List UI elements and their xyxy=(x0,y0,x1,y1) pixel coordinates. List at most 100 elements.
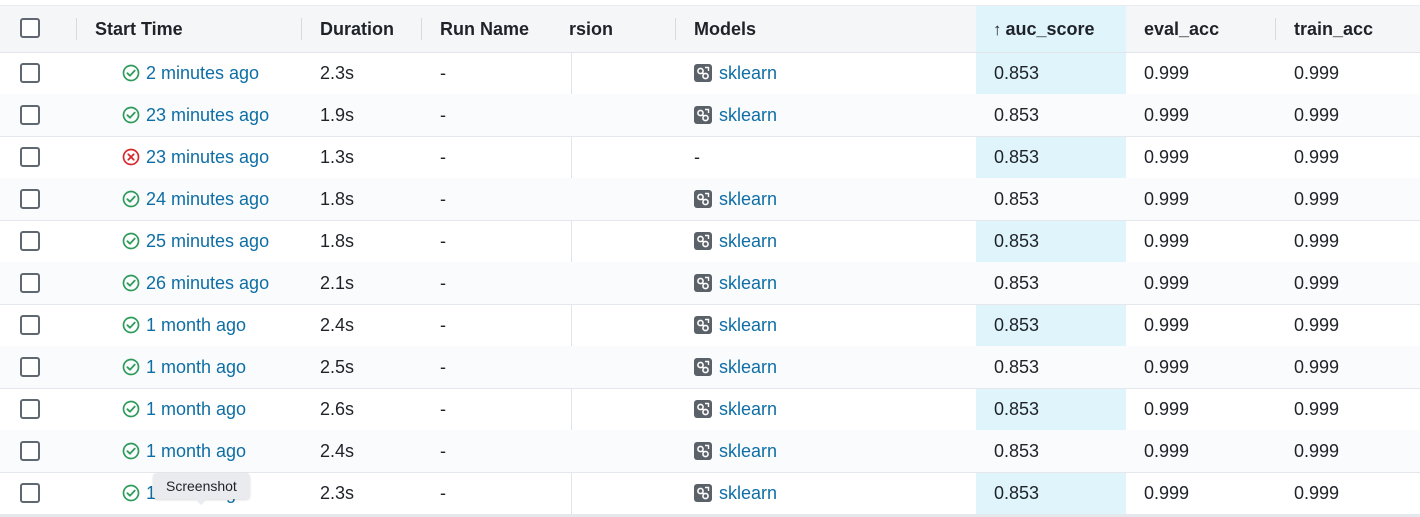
table-header: Start Time Duration Run Name rsion Model… xyxy=(0,5,1420,53)
model-icon xyxy=(694,106,712,124)
model-icon xyxy=(694,232,712,250)
run-name-cell: - xyxy=(440,273,446,293)
model-link[interactable]: sklearn xyxy=(719,220,777,262)
row-checkbox[interactable] xyxy=(20,399,40,419)
table-row: 1 month ago 2.4s - sklearn 0.853 0.999 0.999 xyxy=(0,304,1420,347)
eval-acc-cell: 0.999 xyxy=(1144,105,1190,125)
auc-score-cell: 0.853 xyxy=(994,441,1040,461)
header-train-acc[interactable]: train_acc xyxy=(1294,6,1373,52)
row-checkbox[interactable] xyxy=(20,357,40,377)
row-checkbox[interactable] xyxy=(20,105,40,125)
auc-score-cell: 0.853 xyxy=(994,105,1040,125)
duration-cell: 2.1s xyxy=(320,273,355,293)
start-time-link[interactable]: 1 month ago xyxy=(146,388,246,430)
x-circle-icon xyxy=(122,148,140,166)
duration-cell: 2.4s xyxy=(320,315,355,335)
header-separator xyxy=(675,18,676,40)
row-checkbox[interactable] xyxy=(20,231,40,251)
model-link[interactable]: sklearn xyxy=(719,178,777,220)
table-row: 23 minutes ago 1.9s - sklearn 0.853 0.999 0.99… xyxy=(0,94,1420,137)
model-icon xyxy=(694,190,712,208)
select-all-checkbox[interactable] xyxy=(20,18,40,38)
train-acc-cell: 0.999 xyxy=(1294,315,1340,335)
start-time-link[interactable]: 23 minutes ago xyxy=(146,94,269,136)
header-auc-score-label: auc_score xyxy=(1005,19,1095,39)
model-icon xyxy=(694,442,712,460)
auc-score-cell: 0.853 xyxy=(994,483,1040,503)
auc-score-cell: 0.853 xyxy=(994,399,1040,419)
eval-acc-cell: 0.999 xyxy=(1144,231,1190,251)
row-checkbox[interactable] xyxy=(20,441,40,461)
tooltip: Screenshot xyxy=(153,473,250,505)
model-icon xyxy=(694,316,712,334)
table-row: 1 month ago 2.6s - sklearn 0.853 0.999 0.999 xyxy=(0,388,1420,431)
table-row: 25 minutes ago 1.8s - sklearn 0.853 0.999 0.99… xyxy=(0,220,1420,263)
header-version[interactable]: rsion xyxy=(569,6,613,52)
model-link[interactable]: sklearn xyxy=(719,262,777,304)
start-time-link[interactable]: 26 minutes ago xyxy=(146,262,269,304)
check-circle-icon xyxy=(122,274,140,292)
check-circle-icon xyxy=(122,232,140,250)
check-circle-icon xyxy=(122,316,140,334)
eval-acc-cell: 0.999 xyxy=(1144,189,1190,209)
header-auc-score[interactable]: ↑ auc_score xyxy=(976,6,1126,52)
model-link[interactable]: sklearn xyxy=(719,94,777,136)
duration-cell: 1.8s xyxy=(320,231,355,251)
duration-cell: 2.3s xyxy=(320,483,355,503)
auc-score-cell: 0.853 xyxy=(994,189,1040,209)
run-name-cell: - xyxy=(440,441,446,461)
duration-cell: 2.4s xyxy=(320,441,355,461)
run-name-cell: - xyxy=(440,63,446,83)
eval-acc-cell: 0.999 xyxy=(1144,483,1190,503)
auc-score-cell: 0.853 xyxy=(994,63,1040,83)
run-name-cell: - xyxy=(440,357,446,377)
model-icon xyxy=(694,400,712,418)
train-acc-cell: 0.999 xyxy=(1294,189,1340,209)
start-time-link[interactable]: 1 month ago xyxy=(146,430,246,472)
row-checkbox[interactable] xyxy=(20,63,40,83)
header-start-time[interactable]: Start Time xyxy=(95,6,183,52)
start-time-link[interactable]: 23 minutes ago xyxy=(146,136,269,178)
model-link[interactable]: sklearn xyxy=(719,346,777,388)
row-checkbox[interactable] xyxy=(20,273,40,293)
header-run-name[interactable]: Run Name xyxy=(440,6,529,52)
header-separator xyxy=(421,18,422,40)
train-acc-cell: 0.999 xyxy=(1294,105,1340,125)
header-models[interactable]: Models xyxy=(694,6,756,52)
row-checkbox[interactable] xyxy=(20,189,40,209)
model-icon xyxy=(694,64,712,82)
row-checkbox[interactable] xyxy=(20,483,40,503)
model-link[interactable]: sklearn xyxy=(719,388,777,430)
table-row: 26 minutes ago 2.1s - sklearn 0.853 0.999 0.99… xyxy=(0,262,1420,305)
train-acc-cell: 0.999 xyxy=(1294,399,1340,419)
models-cell: - xyxy=(694,147,700,167)
train-acc-cell: 0.999 xyxy=(1294,441,1340,461)
table-row: 23 minutes ago 1.3s - - 0.853 0.999 0.999 xyxy=(0,136,1420,179)
eval-acc-cell: 0.999 xyxy=(1144,399,1190,419)
row-checkbox[interactable] xyxy=(20,147,40,167)
start-time-link[interactable]: 2 minutes ago xyxy=(146,52,259,94)
run-name-cell: - xyxy=(440,189,446,209)
start-time-link[interactable]: 24 minutes ago xyxy=(146,178,269,220)
model-link[interactable]: sklearn xyxy=(719,304,777,346)
start-time-link[interactable]: 1 month ago xyxy=(146,304,246,346)
header-eval-acc[interactable]: eval_acc xyxy=(1144,6,1219,52)
start-time-link[interactable]: 25 minutes ago xyxy=(146,220,269,262)
model-link[interactable]: sklearn xyxy=(719,52,777,94)
duration-cell: 2.6s xyxy=(320,399,355,419)
check-circle-icon xyxy=(122,358,140,376)
row-checkbox[interactable] xyxy=(20,315,40,335)
table-row: 24 minutes ago 1.8s - sklearn 0.853 0.999 0.99… xyxy=(0,178,1420,221)
eval-acc-cell: 0.999 xyxy=(1144,357,1190,377)
eval-acc-cell: 0.999 xyxy=(1144,315,1190,335)
train-acc-cell: 0.999 xyxy=(1294,147,1340,167)
header-separator xyxy=(76,18,77,40)
model-link[interactable]: sklearn xyxy=(719,430,777,472)
start-time-link[interactable]: 1 month ago xyxy=(146,346,246,388)
model-link[interactable]: sklearn xyxy=(719,472,777,514)
header-separator xyxy=(301,18,302,40)
run-name-cell: - xyxy=(440,399,446,419)
duration-cell: 1.8s xyxy=(320,189,355,209)
header-duration[interactable]: Duration xyxy=(320,6,394,52)
table-row: 1 month ago 2.4s - sklearn 0.853 0.999 0.999 xyxy=(0,430,1420,473)
